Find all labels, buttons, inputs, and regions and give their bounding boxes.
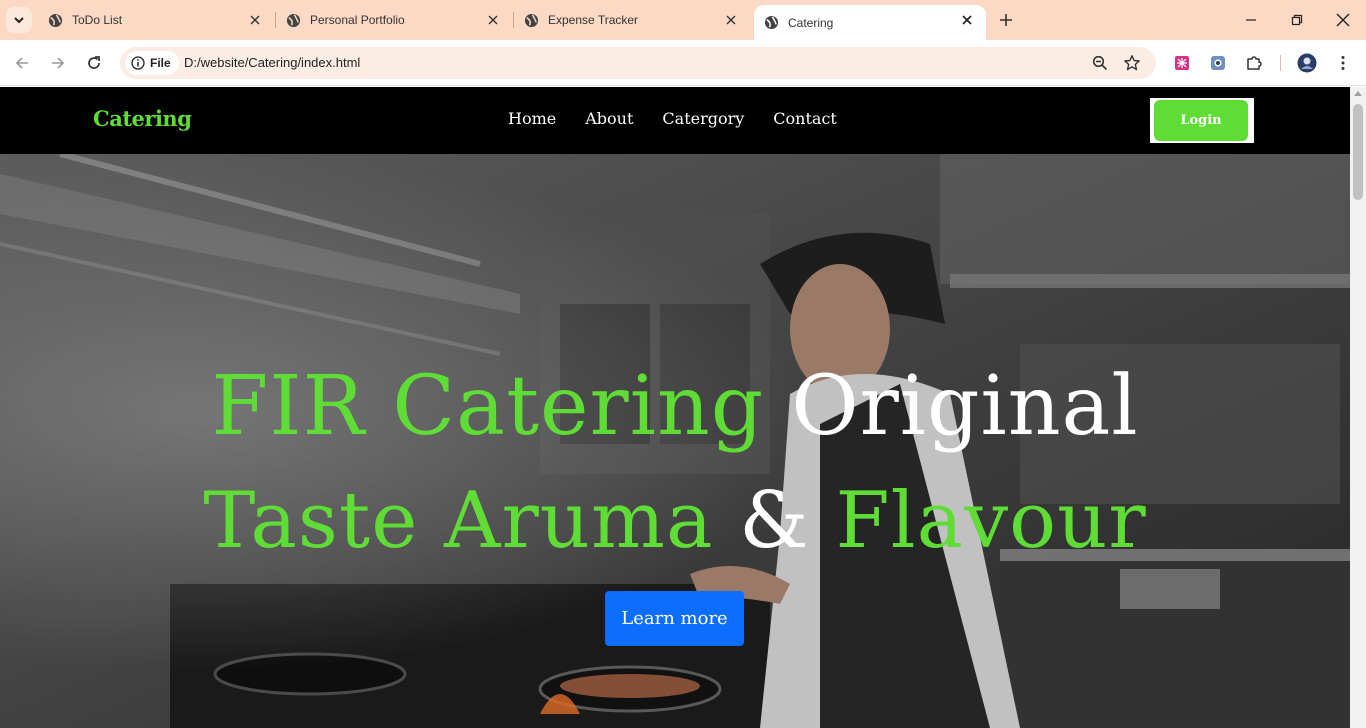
- restore-button[interactable]: [1285, 8, 1309, 32]
- url-text[interactable]: D:/website/Catering/index.html: [184, 55, 360, 70]
- tab-search-button[interactable]: [6, 7, 32, 33]
- site-navbar: Catering Home About Catergory Contact Lo…: [0, 87, 1350, 154]
- tab-catering[interactable]: Catering: [754, 5, 986, 40]
- extension-button-1[interactable]: [1171, 52, 1193, 74]
- address-bar[interactable]: File D:/website/Catering/index.html: [120, 47, 1156, 79]
- reload-button[interactable]: [83, 52, 105, 74]
- extension-camera-icon: [1211, 56, 1225, 70]
- close-icon[interactable]: [486, 13, 500, 27]
- close-icon[interactable]: [960, 13, 974, 27]
- scrollbar-thumb[interactable]: [1353, 104, 1363, 200]
- extension-button-2[interactable]: [1207, 52, 1229, 74]
- chevron-down-icon: [14, 17, 24, 24]
- hero-heading-green: Flavour: [835, 476, 1147, 566]
- hero-section: FIR Catering Original Taste Aruma & Flav…: [0, 154, 1350, 728]
- page-scrollbar[interactable]: [1350, 87, 1366, 728]
- learn-more-button[interactable]: Learn more: [605, 591, 744, 646]
- extensions-button[interactable]: [1243, 52, 1265, 74]
- new-tab-icon[interactable]: [996, 10, 1016, 30]
- hero-heading-ampersand: &: [739, 476, 810, 566]
- reload-icon: [88, 56, 100, 69]
- zoom-button[interactable]: [1089, 52, 1111, 74]
- tab-todo-list[interactable]: ToDo List: [38, 4, 274, 36]
- extension-grid-icon: [1175, 56, 1189, 70]
- browser-toolbar: File D:/website/Catering/index.html: [0, 40, 1366, 86]
- login-button[interactable]: Login: [1154, 100, 1248, 141]
- tab-title: Personal Portfolio: [310, 13, 405, 27]
- star-icon: [1124, 55, 1140, 71]
- globe-icon: [286, 13, 301, 27]
- info-icon: [131, 56, 145, 70]
- tab-title: Expense Tracker: [548, 13, 639, 27]
- site-info-label: File: [150, 56, 171, 70]
- page-viewport: Catering Home About Catergory Contact Lo…: [0, 87, 1350, 728]
- nav-link-about[interactable]: About: [585, 109, 633, 128]
- tab-title: ToDo List: [72, 13, 123, 27]
- close-icon: [1336, 13, 1350, 27]
- restore-icon: [1291, 14, 1303, 26]
- hero-heading-green: Taste Aruma: [203, 476, 714, 566]
- puzzle-icon: [1247, 56, 1262, 70]
- arrow-right-icon: [52, 57, 65, 69]
- arrow-left-icon: [15, 57, 28, 69]
- login-button-frame: Login: [1150, 98, 1254, 143]
- nav-menu: Home About Catergory Contact: [508, 109, 866, 128]
- site-info-chip[interactable]: File: [125, 51, 179, 75]
- browser-menu-button[interactable]: [1332, 52, 1354, 74]
- hero-heading-line-1: FIR Catering Original: [0, 359, 1350, 454]
- nav-link-contact[interactable]: Contact: [773, 109, 837, 128]
- avatar-icon: [1297, 53, 1317, 73]
- close-icon[interactable]: [724, 13, 738, 27]
- forward-button[interactable]: [47, 52, 69, 74]
- back-button[interactable]: [11, 52, 33, 74]
- tab-personal-portfolio[interactable]: Personal Portfolio: [276, 4, 512, 36]
- bookmark-button[interactable]: [1121, 52, 1143, 74]
- globe-icon: [48, 13, 63, 27]
- globe-icon: [764, 15, 779, 30]
- zoom-out-icon: [1092, 55, 1108, 71]
- globe-icon: [524, 13, 539, 27]
- site-logo[interactable]: Catering: [93, 106, 192, 131]
- scroll-up-arrow-icon[interactable]: [1354, 91, 1362, 96]
- hero-heading-green: FIR Catering: [211, 359, 765, 454]
- tab-title: Catering: [788, 15, 834, 30]
- close-icon[interactable]: [248, 13, 262, 27]
- nav-link-home[interactable]: Home: [508, 109, 556, 128]
- more-vertical-icon: [1341, 56, 1345, 70]
- nav-link-category[interactable]: Catergory: [662, 109, 744, 128]
- minimize-button[interactable]: [1239, 8, 1263, 32]
- tab-strip: ToDo List Personal Portfolio Expense Tra…: [0, 0, 1366, 40]
- tab-expense-tracker[interactable]: Expense Tracker: [514, 4, 750, 36]
- hero-heading-white: Original: [791, 359, 1139, 454]
- profile-button[interactable]: [1296, 52, 1318, 74]
- close-window-button[interactable]: [1331, 8, 1355, 32]
- minimize-icon: [1246, 19, 1256, 21]
- toolbar-divider: [1280, 55, 1281, 71]
- hero-heading-line-2: Taste Aruma & Flavour: [0, 476, 1350, 566]
